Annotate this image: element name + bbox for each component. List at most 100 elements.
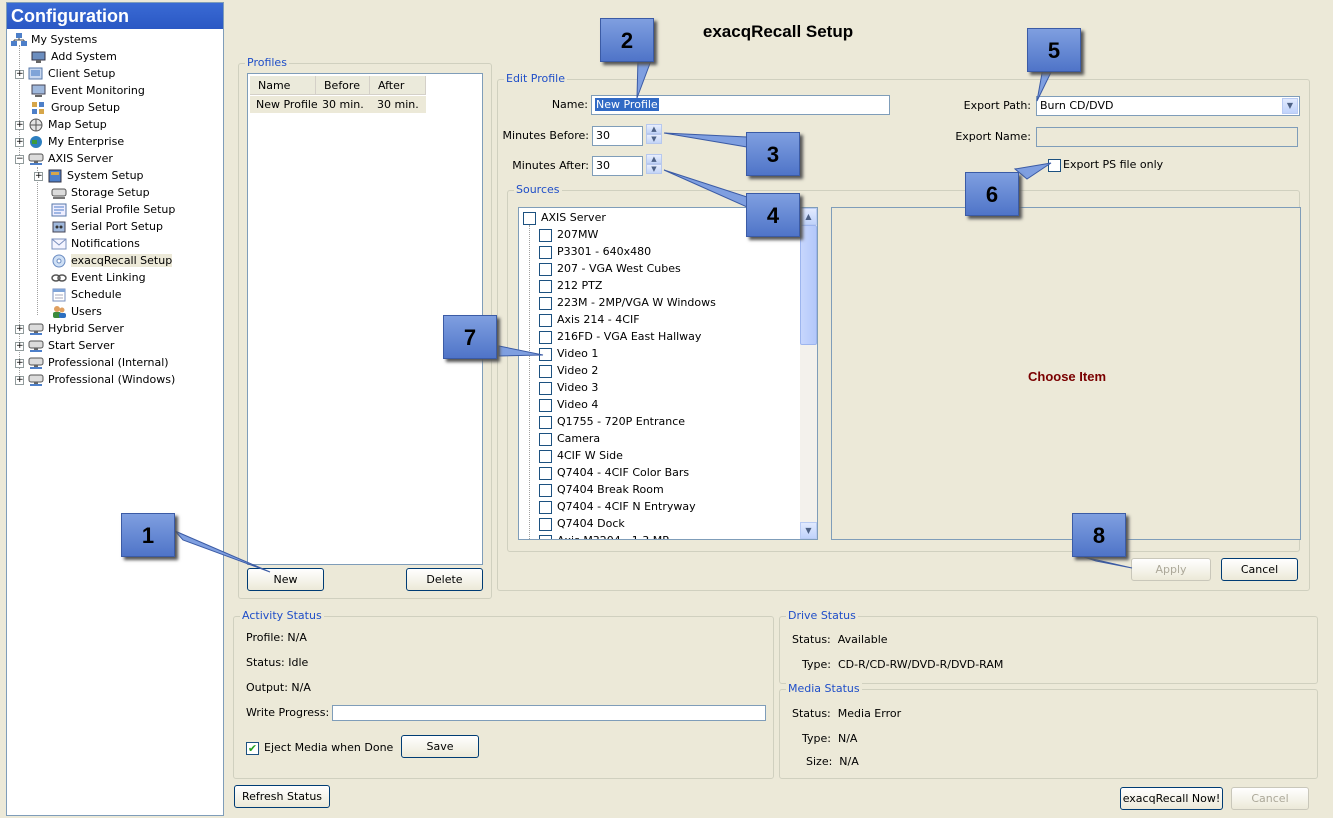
new-profile-button[interactable]: New (247, 568, 324, 591)
expand-icon[interactable]: + (15, 341, 24, 351)
cancel-button[interactable]: Cancel (1221, 558, 1298, 581)
eject-media-checkbox[interactable]: ✔ Eject Media when Done (246, 740, 393, 756)
tree-item-map-setup[interactable]: + Map Setup (15, 116, 107, 133)
tree-item-my-enterprise[interactable]: + My Enterprise (15, 133, 124, 150)
checkbox-icon[interactable] (539, 483, 552, 497)
scroll-thumb[interactable] (800, 225, 817, 345)
tree-item-serial-port-setup[interactable]: Serial Port Setup (51, 218, 163, 235)
table-row[interactable]: New Profile 30 min. 30 min. (250, 96, 426, 113)
checkbox-icon[interactable] (539, 347, 552, 361)
checkbox-icon[interactable] (539, 500, 552, 514)
export-path-select[interactable]: Burn CD/DVD ▼ (1036, 96, 1300, 116)
tree-item-users[interactable]: Users (51, 303, 102, 320)
chevron-down-icon[interactable]: ▼ (1282, 98, 1298, 114)
checkbox-icon[interactable] (539, 279, 552, 293)
apply-button[interactable]: Apply (1131, 558, 1211, 581)
tree-item-event-monitoring[interactable]: Event Monitoring (31, 82, 145, 99)
export-ps-checkbox[interactable]: Export PS file only (1048, 157, 1163, 173)
checkbox-icon[interactable] (539, 330, 552, 344)
source-item[interactable]: Q1755 - 720P Entrance (539, 413, 685, 430)
checkbox-icon[interactable] (539, 313, 552, 327)
source-item[interactable]: 216FD - VGA East Hallway (539, 328, 701, 345)
tree-item-event-linking[interactable]: Event Linking (51, 269, 146, 286)
tree-item-professional-internal[interactable]: + Professional (Internal) (15, 354, 169, 371)
tree-item-add-system[interactable]: Add System (31, 48, 117, 65)
exacqrecall-now-button[interactable]: exacqRecall Now! (1120, 787, 1223, 810)
source-item[interactable]: 207MW (539, 226, 598, 243)
checkbox-icon[interactable] (523, 211, 536, 225)
source-item[interactable]: 223M - 2MP/VGA W Windows (539, 294, 716, 311)
checkbox-icon[interactable] (539, 364, 552, 378)
checkbox-icon[interactable] (539, 398, 552, 412)
sources-tree[interactable]: AXIS Server 207MW P3301 - 640x480 207 - VG… (518, 207, 818, 540)
source-item[interactable]: Video 2 (539, 362, 598, 379)
checkbox-icon[interactable] (539, 381, 552, 395)
expand-icon[interactable]: + (15, 358, 24, 368)
checkbox-icon[interactable] (539, 262, 552, 276)
tree-item-schedule[interactable]: Schedule (51, 286, 122, 303)
source-item[interactable]: Q7404 Break Room (539, 481, 664, 498)
source-item[interactable]: Q7404 Dock (539, 515, 625, 532)
checkbox-icon[interactable] (539, 432, 552, 446)
source-item[interactable]: Video 4 (539, 396, 598, 413)
source-item[interactable]: 212 PTZ (539, 277, 602, 294)
collapse-icon[interactable]: − (15, 154, 24, 164)
expand-icon[interactable]: + (15, 375, 24, 385)
profile-name-input[interactable]: New Profile (591, 95, 890, 115)
checkbox-icon[interactable] (539, 296, 552, 310)
source-item[interactable]: Video 1 (539, 345, 598, 362)
source-item[interactable]: Axis 214 - 4CIF (539, 311, 640, 328)
tree-item-my-systems[interactable]: My Systems (11, 31, 97, 48)
tree-item-system-setup[interactable]: + System Setup (34, 167, 144, 184)
tree-item-group-setup[interactable]: Group Setup (31, 99, 120, 116)
source-item[interactable]: Video 3 (539, 379, 598, 396)
column-header-before[interactable]: Before (316, 76, 370, 95)
scroll-up-icon[interactable]: ▲ (800, 208, 817, 225)
export-name-input[interactable] (1036, 127, 1298, 147)
tree-item-serial-profile-setup[interactable]: Serial Profile Setup (51, 201, 175, 218)
source-item[interactable]: P3301 - 640x480 (539, 243, 651, 260)
checkbox-icon[interactable] (539, 466, 552, 480)
tree-item-notifications[interactable]: Notifications (51, 235, 140, 252)
expand-icon[interactable]: + (15, 69, 24, 79)
footer-cancel-button[interactable]: Cancel (1231, 787, 1309, 810)
refresh-status-button[interactable]: Refresh Status (234, 785, 330, 808)
source-root-item[interactable]: AXIS Server (523, 209, 606, 226)
source-item[interactable]: 207 - VGA West Cubes (539, 260, 681, 277)
save-button[interactable]: Save (401, 735, 479, 758)
tree-item-storage-setup[interactable]: Storage Setup (51, 184, 150, 201)
tree-item-professional-windows[interactable]: + Professional (Windows) (15, 371, 175, 388)
expand-icon[interactable]: + (34, 171, 43, 181)
expand-icon[interactable]: + (15, 137, 24, 147)
tree-item-hybrid-server[interactable]: + Hybrid Server (15, 320, 124, 337)
tree-item-axis-server[interactable]: − AXIS Server (15, 150, 113, 167)
source-item[interactable]: 4CIF W Side (539, 447, 623, 464)
source-item[interactable]: Axis M3204 - 1.3 MP (539, 532, 669, 539)
sources-scrollbar[interactable]: ▲ ▼ (800, 208, 817, 539)
spin-up-icon[interactable]: ▲ (646, 124, 662, 134)
column-header-name[interactable]: Name (250, 76, 316, 95)
checkbox-icon[interactable] (539, 415, 552, 429)
tree-item-start-server[interactable]: + Start Server (15, 337, 114, 354)
delete-profile-button[interactable]: Delete (406, 568, 483, 591)
checkbox-icon[interactable] (539, 517, 552, 531)
spin-up-icon[interactable]: ▲ (646, 154, 662, 164)
spin-down-icon[interactable]: ▼ (646, 164, 662, 174)
checkbox-icon[interactable] (539, 228, 552, 242)
minutes-after-input[interactable]: 30 (592, 156, 643, 176)
checkmark-icon[interactable]: ✔ (246, 741, 259, 755)
checkbox-icon[interactable] (539, 245, 552, 259)
minutes-before-input[interactable]: 30 (592, 126, 643, 146)
tree-item-exacqrecall-setup[interactable]: exacqRecall Setup (51, 252, 173, 269)
column-header-after[interactable]: After (370, 76, 426, 95)
expand-icon[interactable]: + (15, 120, 24, 130)
minutes-before-spinner[interactable]: ▲ ▼ (646, 124, 662, 144)
checkbox-icon[interactable] (539, 449, 552, 463)
source-item[interactable]: Q7404 - 4CIF Color Bars (539, 464, 689, 481)
source-item[interactable]: Q7404 - 4CIF N Entryway (539, 498, 696, 515)
scroll-down-icon[interactable]: ▼ (800, 522, 817, 539)
expand-icon[interactable]: + (15, 324, 24, 334)
spin-down-icon[interactable]: ▼ (646, 134, 662, 144)
checkbox-icon[interactable] (539, 534, 552, 539)
tree-item-client-setup[interactable]: + Client Setup (15, 65, 115, 82)
